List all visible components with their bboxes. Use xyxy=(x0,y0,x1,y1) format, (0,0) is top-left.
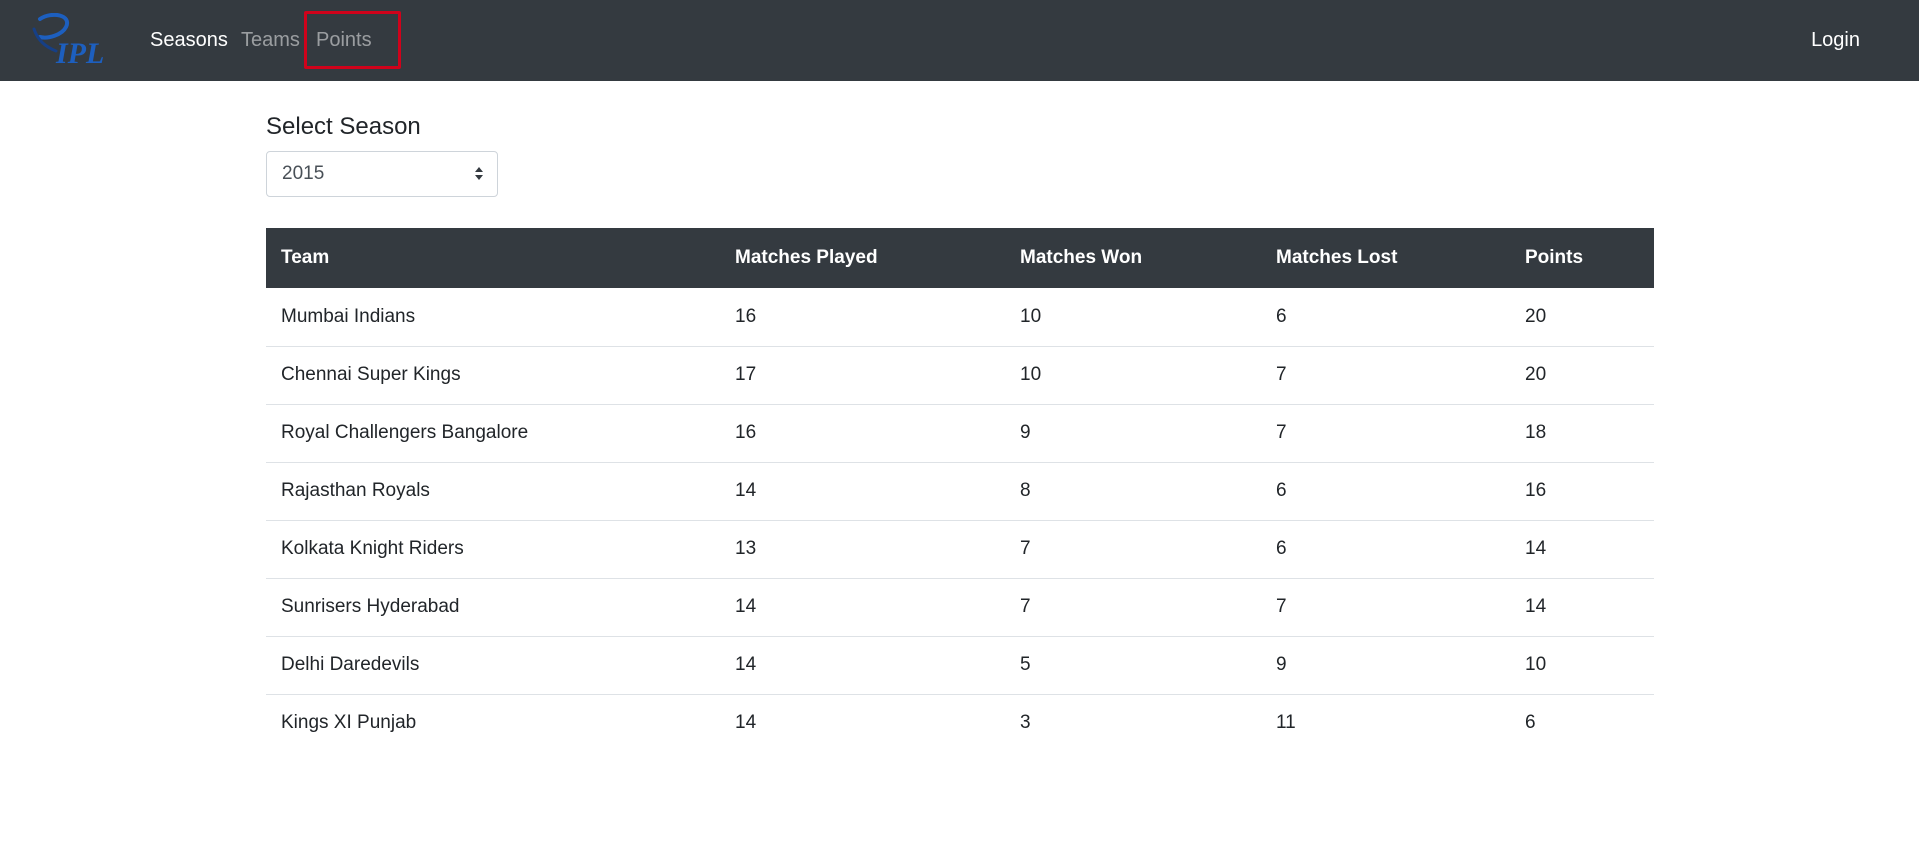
header-matches-lost: Matches Lost xyxy=(1261,228,1510,288)
cell-matches-lost: 9 xyxy=(1261,635,1510,694)
cell-matches-won: 10 xyxy=(1020,305,1042,327)
cell-matches-won: 3 xyxy=(1005,693,1261,752)
table-row: Delhi Daredevils 14 5 9 10 xyxy=(266,635,1654,694)
header-matches-won: Matches Won xyxy=(1005,228,1261,288)
cell-matches-won: 5 xyxy=(1005,635,1261,694)
table-row: Royal Challengers Bangalore 16 9 7 18 xyxy=(266,403,1654,462)
cell-matches-lost: 6 xyxy=(1261,519,1510,578)
cell-matches-played: 14 xyxy=(720,635,1005,694)
cell-matches-played: 17 xyxy=(720,345,1005,404)
table-row: Chennai Super Kings 17 10 7 20 xyxy=(266,345,1654,404)
cell-matches-played: 16 xyxy=(720,403,1005,462)
nav-seasons[interactable]: Seasons xyxy=(150,26,228,54)
cell-team: Sunrisers Hyderabad xyxy=(266,577,720,636)
cell-team: Chennai Super Kings xyxy=(266,345,720,404)
cell-matches-played: 13 xyxy=(720,519,1005,578)
cell-matches-won: 8 xyxy=(1005,461,1261,520)
cell-team: Royal Challengers Bangalore xyxy=(266,403,720,462)
table-row: Kolkata Knight Riders 13 7 6 14 xyxy=(266,519,1654,578)
cell-team: Kings XI Punjab xyxy=(266,693,720,752)
cell-matches-played: 16 xyxy=(735,305,757,327)
cell-points: 20 xyxy=(1525,305,1547,327)
header-matches-played: Matches Played xyxy=(720,228,1005,288)
cell-points: 10 xyxy=(1510,635,1654,694)
cell-matches-played: 14 xyxy=(720,577,1005,636)
cell-points: 14 xyxy=(1510,577,1654,636)
updown-arrows-icon xyxy=(475,167,483,181)
table-header-row: Team Matches Played Matches Won Matches … xyxy=(266,228,1654,288)
header-points: Points xyxy=(1510,228,1654,288)
cell-matches-lost: 6 xyxy=(1261,461,1510,520)
cell-points: 20 xyxy=(1510,345,1654,404)
cell-team: Mumbai Indians xyxy=(281,305,416,327)
header-team: Team xyxy=(266,228,720,288)
logo-text: IPL xyxy=(55,37,104,67)
cell-matches-played: 14 xyxy=(720,461,1005,520)
cell-team: Kolkata Knight Riders xyxy=(266,519,720,578)
cell-matches-won: 7 xyxy=(1005,577,1261,636)
cell-matches-lost: 7 xyxy=(1261,345,1510,404)
cell-points: 16 xyxy=(1510,461,1654,520)
cell-team: Delhi Daredevils xyxy=(266,635,720,694)
points-table: Team Matches Played Matches Won Matches … xyxy=(266,228,1654,752)
cell-matches-played: 14 xyxy=(720,693,1005,752)
cell-matches-lost: 6 xyxy=(1276,305,1287,327)
table-row: Mumbai Indians 16 10 6 20 xyxy=(266,288,1654,346)
cell-matches-lost: 7 xyxy=(1261,577,1510,636)
cell-matches-won: 7 xyxy=(1005,519,1261,578)
cell-matches-won: 10 xyxy=(1005,345,1261,404)
cell-points: 18 xyxy=(1510,403,1654,462)
ipl-logo[interactable]: IPL xyxy=(26,12,120,70)
nav-points[interactable]: Points xyxy=(316,26,372,54)
cell-points: 6 xyxy=(1510,693,1654,752)
season-select-value: 2015 xyxy=(282,163,325,184)
cell-matches-lost: 7 xyxy=(1261,403,1510,462)
table-row: Sunrisers Hyderabad 14 7 7 14 xyxy=(266,577,1654,636)
login-link[interactable]: Login xyxy=(1811,26,1860,54)
table-row: Kings XI Punjab 14 3 11 6 xyxy=(266,693,1654,752)
cell-team: Rajasthan Royals xyxy=(266,461,720,520)
nav-teams[interactable]: Teams xyxy=(241,26,300,54)
select-season-label: Select Season xyxy=(266,113,421,140)
table-row: Rajasthan Royals 14 8 6 16 xyxy=(266,461,1654,520)
top-navbar: IPL Seasons Teams Points Login xyxy=(0,0,1919,81)
cell-points: 14 xyxy=(1510,519,1654,578)
season-select[interactable]: 2015 xyxy=(266,151,498,197)
cell-matches-won: 9 xyxy=(1005,403,1261,462)
cell-matches-lost: 11 xyxy=(1261,693,1510,752)
